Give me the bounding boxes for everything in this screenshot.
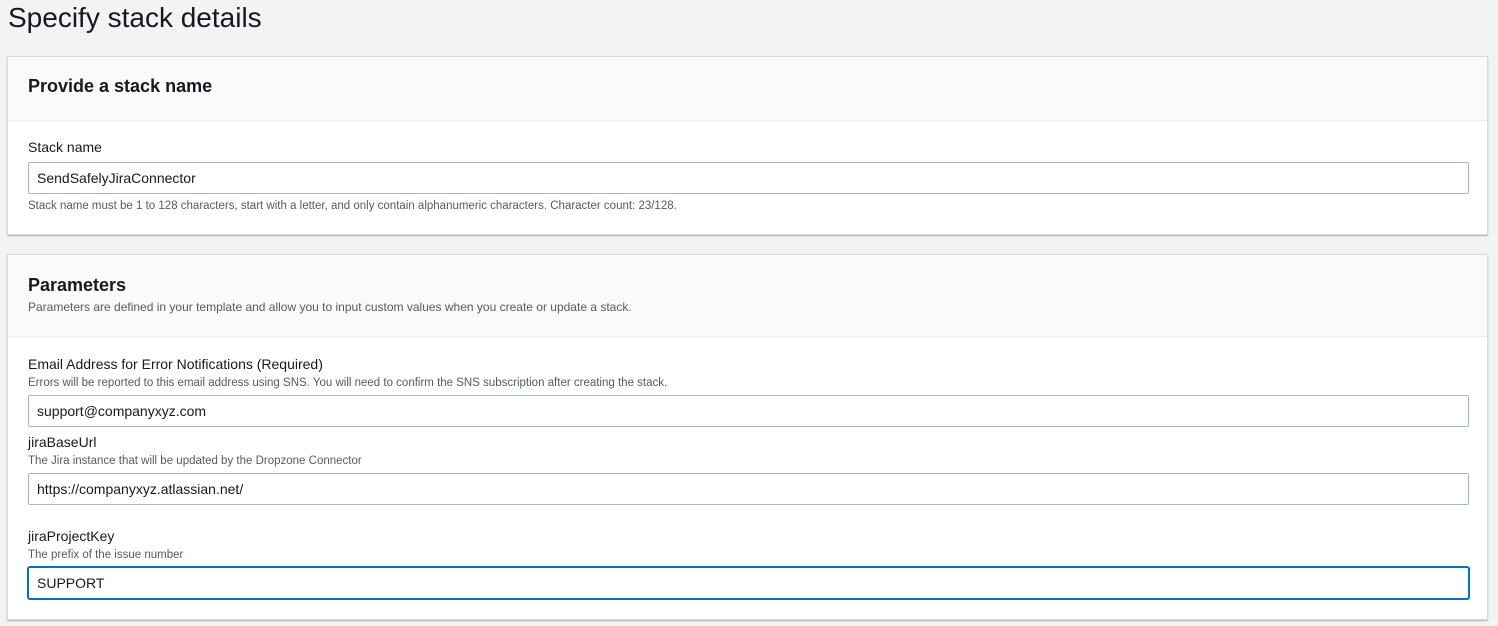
stack-name-input[interactable] [28,162,1469,194]
stack-name-hint: Stack name must be 1 to 128 characters, … [28,200,677,212]
jira-project-key-label: jiraProjectKey [28,528,115,544]
jira-project-key-input[interactable] [28,567,1469,599]
stack-name-panel-title: Provide a stack name [28,76,213,96]
parameters-panel-description: Parameters are defined in your template … [28,300,632,314]
parameters-panel-title: Parameters [28,275,127,295]
parameters-panel-header: Parameters Parameters are defined in you… [8,255,1487,337]
jira-base-url-hint: The Jira instance that will be updated b… [28,455,362,467]
stack-name-panel: Provide a stack name Stack name Stack na… [7,56,1488,235]
jira-project-key-hint: The prefix of the issue number [28,549,184,561]
page-title: Specify stack details [8,2,262,33]
jira-base-url-input[interactable] [28,473,1469,505]
email-notifications-hint: Errors will be reported to this email ad… [28,377,668,389]
email-notifications-label: Email Address for Error Notifications (R… [28,356,323,372]
jira-base-url-label: jiraBaseUrl [28,434,97,450]
email-notifications-input[interactable] [28,395,1469,427]
parameters-panel: Parameters Parameters are defined in you… [7,254,1488,620]
stack-name-label: Stack name [28,139,102,155]
stack-name-panel-header: Provide a stack name [8,57,1487,121]
